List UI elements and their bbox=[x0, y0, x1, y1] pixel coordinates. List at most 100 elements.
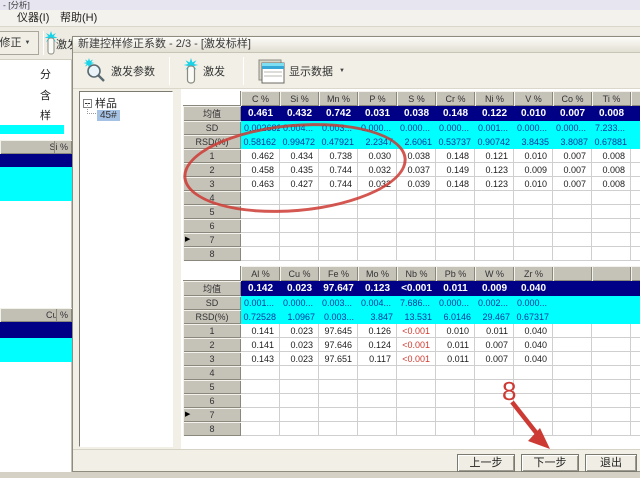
mean-cell[interactable]: 0.008 bbox=[592, 106, 631, 121]
data-cell[interactable] bbox=[514, 191, 553, 205]
sd-cell[interactable]: 7.233... bbox=[592, 121, 631, 135]
data-cell[interactable]: 0.148 bbox=[436, 149, 475, 163]
rsd-cell[interactable]: 3.8087 bbox=[553, 135, 592, 149]
menu-help[interactable]: 帮助(H) bbox=[60, 10, 97, 26]
sd-cell[interactable]: 0.000... bbox=[358, 121, 397, 135]
data-cell[interactable] bbox=[592, 219, 631, 233]
row-header-2[interactable]: 2 bbox=[183, 163, 241, 177]
data-cell[interactable] bbox=[475, 205, 514, 219]
data-cell[interactable]: 0.011 bbox=[436, 338, 475, 352]
data-cell[interactable] bbox=[514, 219, 553, 233]
data-cell[interactable]: 0.008 bbox=[592, 149, 631, 163]
data-cell[interactable]: 0.427 bbox=[280, 177, 319, 191]
data-cell[interactable] bbox=[553, 408, 592, 422]
data-cell[interactable]: 0.123 bbox=[475, 163, 514, 177]
data-cell[interactable] bbox=[436, 408, 475, 422]
data-cell[interactable] bbox=[280, 366, 319, 380]
data-cell[interactable] bbox=[358, 366, 397, 380]
data-cell[interactable] bbox=[397, 205, 436, 219]
data-cell[interactable]: 0.032 bbox=[358, 163, 397, 177]
data-cell[interactable] bbox=[358, 422, 397, 436]
data-cell[interactable]: 0.011 bbox=[436, 352, 475, 366]
data-cell[interactable] bbox=[553, 338, 592, 352]
sd-cell[interactable]: 0.000... bbox=[553, 121, 592, 135]
rsd-cell[interactable]: 29.467 bbox=[475, 310, 514, 324]
rsd-cell[interactable]: 0.53737 bbox=[436, 135, 475, 149]
data-cell[interactable] bbox=[475, 380, 514, 394]
data-cell[interactable] bbox=[319, 366, 358, 380]
data-cell[interactable] bbox=[553, 352, 592, 366]
data-cell[interactable] bbox=[241, 247, 280, 261]
data-cell[interactable] bbox=[397, 219, 436, 233]
data-cell[interactable] bbox=[280, 380, 319, 394]
data-cell[interactable] bbox=[319, 380, 358, 394]
mean-cell[interactable]: 0.023 bbox=[280, 281, 319, 296]
data-cell[interactable] bbox=[553, 219, 592, 233]
data-cell[interactable] bbox=[475, 219, 514, 233]
data-cell[interactable] bbox=[514, 422, 553, 436]
data-cell[interactable] bbox=[280, 191, 319, 205]
next-step-button[interactable]: 下一步 bbox=[521, 454, 579, 472]
tree-node-sample-selected[interactable]: 45# bbox=[97, 109, 120, 122]
data-cell[interactable] bbox=[592, 408, 631, 422]
data-cell[interactable] bbox=[436, 233, 475, 247]
data-cell[interactable]: 0.040 bbox=[514, 338, 553, 352]
data-cell[interactable] bbox=[592, 191, 631, 205]
data-cell[interactable] bbox=[241, 205, 280, 219]
sd-cell[interactable]: 0.000... bbox=[514, 121, 553, 135]
data-cell[interactable]: 0.141 bbox=[241, 324, 280, 338]
data-cell[interactable]: 0.744 bbox=[319, 163, 358, 177]
mean-cell[interactable]: 0.010 bbox=[514, 106, 553, 121]
menu-instrument[interactable]: 仪器(I) bbox=[17, 10, 49, 26]
data-cell[interactable] bbox=[514, 205, 553, 219]
data-cell[interactable]: 0.458 bbox=[241, 163, 280, 177]
data-cell[interactable] bbox=[397, 233, 436, 247]
data-cell[interactable] bbox=[280, 422, 319, 436]
data-cell[interactable] bbox=[553, 422, 592, 436]
data-cell[interactable] bbox=[358, 191, 397, 205]
data-cell[interactable] bbox=[436, 380, 475, 394]
row-header-5[interactable]: 5 bbox=[183, 380, 241, 394]
data-cell[interactable]: 0.121 bbox=[475, 149, 514, 163]
data-cell[interactable]: 0.007 bbox=[553, 163, 592, 177]
excite-params-button[interactable]: 激发参数 bbox=[77, 57, 161, 85]
exit-button[interactable]: 退出 bbox=[585, 454, 637, 472]
data-cell[interactable]: 0.008 bbox=[592, 177, 631, 191]
data-cell[interactable]: 0.011 bbox=[475, 324, 514, 338]
data-cell[interactable] bbox=[592, 324, 631, 338]
data-cell[interactable] bbox=[436, 422, 475, 436]
data-cell[interactable]: 0.143 bbox=[241, 352, 280, 366]
sd-cell[interactable]: 0.004... bbox=[358, 296, 397, 310]
data-cell[interactable]: <0.001 bbox=[397, 324, 436, 338]
data-cell[interactable] bbox=[592, 233, 631, 247]
data-cell[interactable] bbox=[319, 394, 358, 408]
data-cell[interactable]: 0.008 bbox=[592, 163, 631, 177]
data-cell[interactable] bbox=[397, 247, 436, 261]
data-cell[interactable]: 0.463 bbox=[241, 177, 280, 191]
data-cell[interactable] bbox=[475, 408, 514, 422]
data-cell[interactable] bbox=[319, 219, 358, 233]
mean-cell[interactable]: 97.647 bbox=[319, 281, 358, 296]
data-cell[interactable] bbox=[475, 191, 514, 205]
row-header-7[interactable]: 7▶ bbox=[183, 233, 241, 247]
data-cell[interactable] bbox=[358, 233, 397, 247]
data-cell[interactable] bbox=[592, 352, 631, 366]
rsd-cell[interactable]: 2.2347 bbox=[358, 135, 397, 149]
data-cell[interactable] bbox=[514, 394, 553, 408]
data-cell[interactable] bbox=[241, 422, 280, 436]
rsd-cell[interactable]: 0.67317 bbox=[514, 310, 553, 324]
data-cell[interactable] bbox=[358, 219, 397, 233]
data-cell[interactable]: <0.001 bbox=[397, 352, 436, 366]
sd-cell[interactable]: 0.002... bbox=[475, 296, 514, 310]
data-cell[interactable] bbox=[475, 422, 514, 436]
data-cell[interactable]: 0.010 bbox=[514, 149, 553, 163]
rsd-cell[interactable]: 2.6061 bbox=[397, 135, 436, 149]
sd-cell[interactable] bbox=[592, 296, 631, 310]
mean-cell[interactable] bbox=[592, 281, 631, 296]
rsd-cell[interactable]: 0.67881 bbox=[592, 135, 631, 149]
data-cell[interactable]: 0.148 bbox=[436, 177, 475, 191]
data-cell[interactable] bbox=[436, 219, 475, 233]
mean-cell[interactable]: 0.142 bbox=[241, 281, 280, 296]
data-cell[interactable] bbox=[436, 205, 475, 219]
data-cell[interactable]: <0.001 bbox=[397, 338, 436, 352]
